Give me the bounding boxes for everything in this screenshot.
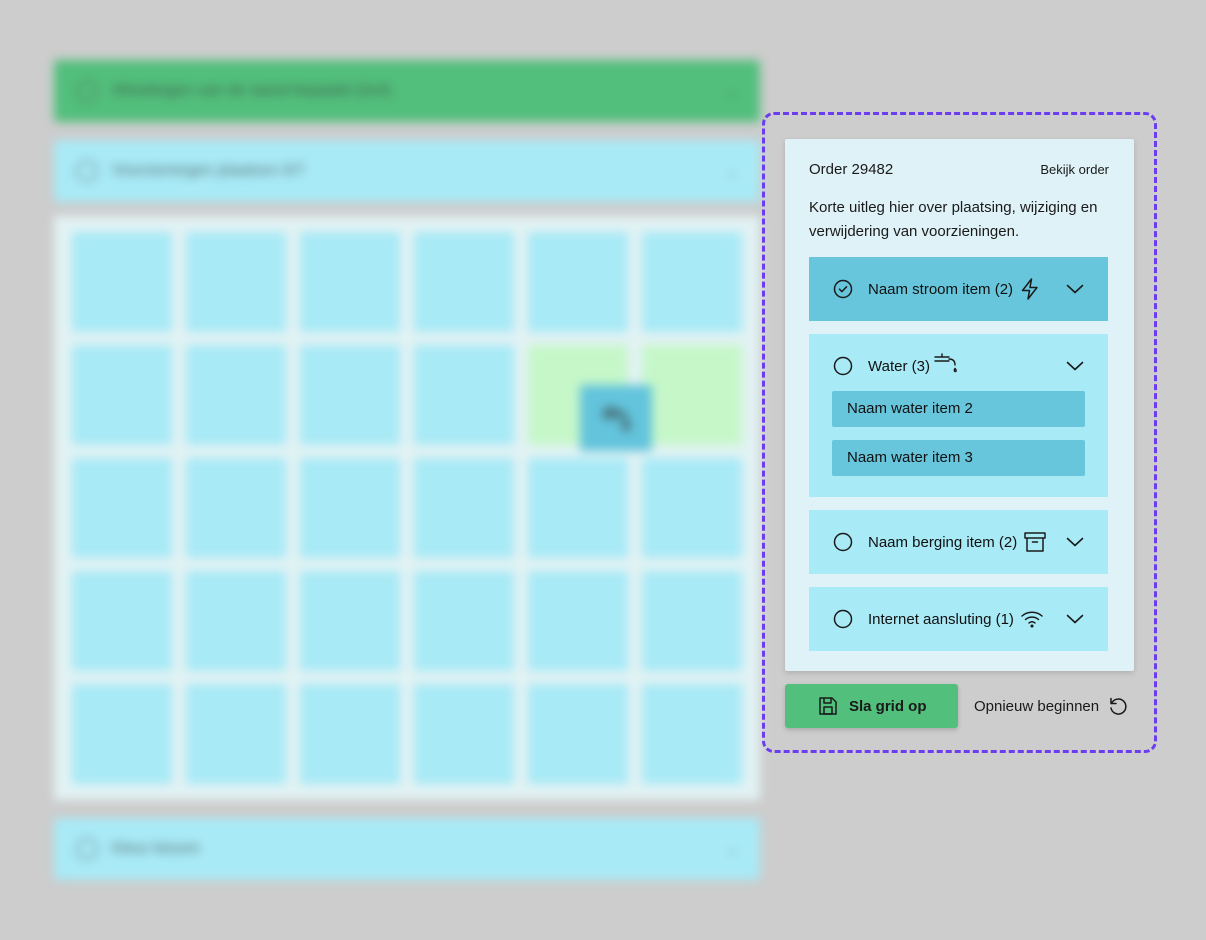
chevron-down-icon[interactable] xyxy=(1066,361,1084,371)
grid-cell xyxy=(642,345,742,445)
water-subitem[interactable]: Naam water item 2 xyxy=(832,391,1085,427)
accordion-berging[interactable]: Naam berging item (2) xyxy=(809,510,1108,574)
step-facilities-label: Voorzieningen plaatsen 0/7 xyxy=(112,162,306,179)
grid-cell xyxy=(642,458,742,558)
grid-cell xyxy=(186,571,286,671)
grid-cell xyxy=(300,571,400,671)
circle-icon xyxy=(76,160,98,182)
grid-cell xyxy=(528,571,628,671)
accordion-label: Water (3) xyxy=(868,357,930,375)
grid-cell xyxy=(72,571,172,671)
chevron-down-icon: ⌄ xyxy=(726,840,738,857)
grid-cell xyxy=(72,232,172,332)
accordion-stroom[interactable]: Naam stroom item (2) xyxy=(809,257,1108,321)
accordion-internet[interactable]: Internet aansluting (1) xyxy=(809,587,1108,651)
grid-cell xyxy=(642,684,742,784)
grid-cell xyxy=(414,684,514,784)
floppy-disk-icon xyxy=(817,695,839,717)
grid-cell xyxy=(414,345,514,445)
accordion-water[interactable]: Water (3) Naam water item 2 Naam water i… xyxy=(809,334,1108,497)
radio-circle-icon[interactable] xyxy=(833,532,853,552)
radio-circle-icon[interactable] xyxy=(833,356,853,376)
tap-icon xyxy=(933,351,961,375)
chevron-down-icon[interactable] xyxy=(1066,284,1084,294)
restart-link[interactable]: Opnieuw beginnen xyxy=(974,694,1129,718)
grid-cell xyxy=(300,458,400,558)
bolt-icon xyxy=(1019,277,1041,301)
grid-cell xyxy=(300,684,400,784)
circle-icon xyxy=(76,838,98,860)
grid-cell xyxy=(642,232,742,332)
step-color-label: Kleur kiezen xyxy=(112,840,201,857)
step-dimensions-bar: Afmetingen van de stand bepaald (3x4) ⌄ xyxy=(54,60,760,122)
stand-grid xyxy=(54,216,760,800)
intro-text: Korte uitleg hier over plaatsing, wijzig… xyxy=(809,199,1098,240)
grid-cell xyxy=(72,684,172,784)
facilities-panel: Order 29482 Bekijk order Korte uitleg hi… xyxy=(785,139,1134,671)
rotate-ccw-icon xyxy=(1107,695,1129,717)
grid-cell xyxy=(528,232,628,332)
accordion-header-stroom[interactable]: Naam stroom item (2) xyxy=(809,257,1108,321)
grid-cell xyxy=(528,458,628,558)
check-circle-icon xyxy=(76,80,98,102)
radio-circle-icon[interactable] xyxy=(833,609,853,629)
step-color-bar: Kleur kiezen ⌄ xyxy=(54,818,760,880)
view-order-link[interactable]: Bekijk order xyxy=(1040,162,1109,177)
save-grid-button[interactable]: Sla grid op xyxy=(785,684,958,728)
grid-cell xyxy=(72,458,172,558)
grid-cell xyxy=(528,684,628,784)
grid-cell xyxy=(186,232,286,332)
panel-header: Order 29482 Bekijk order xyxy=(809,161,1109,178)
chevron-down-icon: ⌄ xyxy=(726,82,738,99)
grid-cell xyxy=(186,345,286,445)
dragged-tap-item xyxy=(580,385,652,451)
grid-cell xyxy=(414,458,514,558)
chevron-down-icon[interactable] xyxy=(1066,614,1084,624)
accordion-label: Internet aansluting (1) xyxy=(868,610,1014,628)
grid-cell xyxy=(300,232,400,332)
save-grid-label: Sla grid op xyxy=(849,697,927,715)
order-title: Order 29482 xyxy=(809,161,894,178)
grid-cell xyxy=(414,571,514,671)
grid-cell xyxy=(300,345,400,445)
wifi-icon xyxy=(1020,609,1044,629)
grid-cell xyxy=(186,684,286,784)
restart-label: Opnieuw beginnen xyxy=(974,697,1100,715)
archive-icon xyxy=(1023,531,1047,553)
accordion-header-internet[interactable]: Internet aansluting (1) xyxy=(809,587,1108,651)
accordion-label: Naam stroom item (2) xyxy=(868,280,1014,298)
accordion-header-water[interactable]: Water (3) xyxy=(809,334,1108,398)
chevron-down-icon: ⌄ xyxy=(726,162,738,179)
accordion-label: Naam berging item (2) xyxy=(868,533,1018,551)
chevron-down-icon[interactable] xyxy=(1066,537,1084,547)
grid-cell xyxy=(186,458,286,558)
grid-cell xyxy=(642,571,742,671)
grid-cell xyxy=(414,232,514,332)
grid-cell xyxy=(72,345,172,445)
water-subitem[interactable]: Naam water item 3 xyxy=(832,440,1085,476)
step-facilities-bar: Voorzieningen plaatsen 0/7 ⌄ xyxy=(54,140,760,202)
check-circle-icon[interactable] xyxy=(833,279,853,299)
accordion-header-berging[interactable]: Naam berging item (2) xyxy=(809,510,1108,574)
step-dimensions-label: Afmetingen van de stand bepaald (3x4) xyxy=(112,82,392,99)
